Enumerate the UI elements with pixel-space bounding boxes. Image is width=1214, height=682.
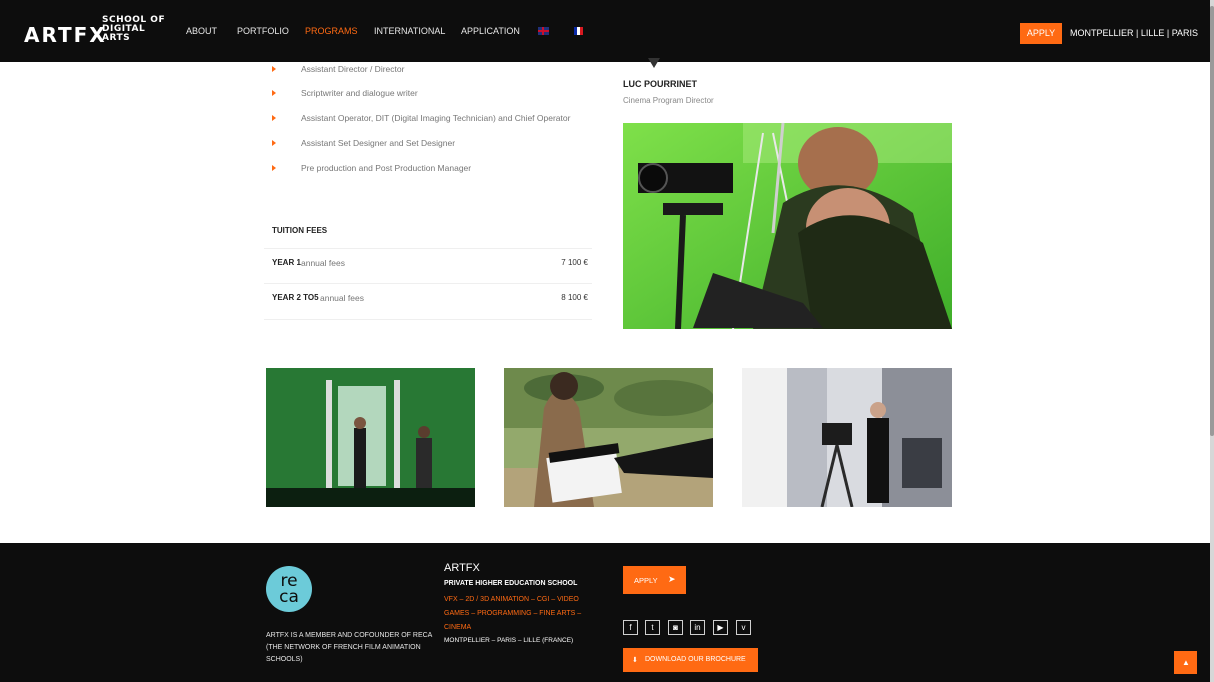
career-label: Pre production and Post Production Manag…	[301, 163, 472, 173]
footer-brand: ARTFX	[444, 562, 480, 574]
uk-flag-icon[interactable]	[538, 27, 549, 35]
career-label: Assistant Operator, DIT (Digital Imaging…	[301, 113, 571, 123]
tuition-amount: 7 100 €	[561, 258, 588, 267]
reca-logo-text: ca	[279, 587, 299, 607]
gallery-photo[interactable]	[266, 368, 475, 507]
tuition-year: YEAR 1	[272, 258, 301, 267]
linkedin-icon[interactable]: in	[690, 620, 705, 635]
bullet-arrow-icon	[272, 66, 276, 72]
director-name: LUC POURRINET	[623, 79, 697, 89]
table-row: YEAR 1 annual fees 7 100 €	[272, 258, 588, 272]
bullet-arrow-icon	[272, 165, 276, 171]
logo-subtitle-line: ARTS	[102, 33, 131, 43]
career-label: Assistant Set Designer and Set Designer	[301, 138, 456, 148]
tuition-amount: 8 100 €	[561, 293, 588, 302]
career-label: Assistant Director / Director	[301, 64, 405, 74]
divider	[264, 248, 592, 249]
nav-item-programs[interactable]: PROGRAMS	[305, 26, 358, 36]
bullet-arrow-icon	[272, 140, 276, 146]
top-navbar: ARTFX SCHOOL OF DIGITAL ARTS ABOUT PORTF…	[0, 0, 1210, 62]
tuition-title: TUITION FEES	[272, 226, 328, 235]
chevron-up-icon: ▲	[1182, 658, 1190, 667]
footer	[0, 543, 1210, 682]
director-role: Cinema Program Director	[623, 96, 714, 105]
gallery-photo[interactable]	[742, 368, 952, 507]
download-brochure-button[interactable]: ⬇ DOWNLOAD OUR BROCHURE	[623, 648, 758, 672]
footer-school-type: PRIVATE HIGHER EDUCATION SCHOOL	[444, 580, 578, 587]
cursor-icon: ➤	[668, 574, 676, 584]
table-row: YEAR 2 TO5 annual fees 8 100 €	[272, 293, 588, 307]
bullet-arrow-icon	[272, 115, 276, 121]
divider	[264, 283, 592, 284]
gallery-photo[interactable]	[504, 368, 713, 507]
divider	[264, 319, 592, 320]
page-scrollbar[interactable]	[1210, 0, 1214, 682]
instagram-icon[interactable]: ◙	[668, 620, 683, 635]
facebook-icon[interactable]: f	[623, 620, 638, 635]
tuition-desc: annual fees	[301, 258, 345, 268]
apply-button[interactable]: APPLY	[1020, 23, 1062, 44]
footer-apply-button[interactable]: APPLY ➤	[623, 566, 686, 594]
vimeo-icon[interactable]: v	[736, 620, 751, 635]
nav-item-international[interactable]: INTERNATIONAL	[374, 26, 445, 36]
campus-cities[interactable]: MONTPELLIER | LILLE | PARIS	[1070, 28, 1198, 38]
twitter-icon[interactable]: t	[645, 620, 660, 635]
reca-logo-text: re	[280, 571, 298, 591]
page: ARTFX SCHOOL OF DIGITAL ARTS ABOUT PORTF…	[0, 0, 1210, 682]
quote-pointer	[648, 58, 660, 68]
youtube-icon[interactable]: ▶	[713, 620, 728, 635]
director-photo	[623, 123, 952, 329]
logo-subtitle: SCHOOL OF DIGITAL ARTS	[102, 16, 165, 43]
logo-wordmark: ARTFX	[24, 23, 107, 47]
scroll-to-top-button[interactable]: ▲	[1174, 651, 1197, 674]
nav-item-portfolio[interactable]: PORTFOLIO	[237, 26, 289, 36]
footer-apply-label: APPLY	[634, 576, 658, 585]
scrollbar-thumb[interactable]	[1210, 6, 1214, 436]
bullet-arrow-icon	[272, 90, 276, 96]
nav-item-about[interactable]: ABOUT	[186, 26, 217, 36]
career-label: Scriptwriter and dialogue writer	[301, 88, 418, 98]
fr-flag-icon[interactable]	[574, 27, 583, 35]
download-brochure-label: DOWNLOAD OUR BROCHURE	[645, 656, 746, 663]
reca-member-text: ARTFX IS A MEMBER AND COFOUNDER OF RECA …	[266, 632, 432, 663]
footer-programs[interactable]: VFX – 2D / 3D ANIMATION – CGI – VIDEO GA…	[444, 593, 604, 635]
reca-logo[interactable]: re ca	[266, 566, 312, 612]
tuition-desc: annual fees	[320, 293, 364, 303]
download-icon: ⬇	[632, 657, 638, 664]
tuition-year: YEAR 2 TO5	[272, 293, 319, 302]
nav-item-application[interactable]: APPLICATION	[461, 26, 520, 36]
footer-location: MONTPELLIER – PARIS – LILLE (FRANCE)	[444, 637, 574, 644]
